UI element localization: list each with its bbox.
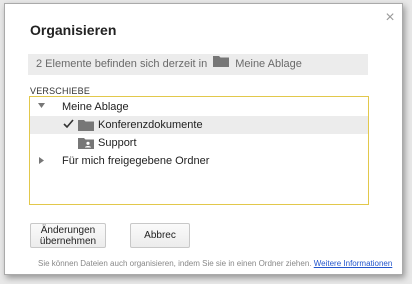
cancel-button[interactable]: Abbrec (130, 223, 190, 248)
apply-changes-label-line1: Änderungen (40, 225, 96, 236)
apply-changes-button[interactable]: Änderungen übernehmen (30, 223, 106, 248)
organize-dialog: Organisieren × 2 Elemente befinden sich … (4, 3, 403, 275)
footer-hint: Sie können Dateien auch organisieren, in… (38, 259, 392, 268)
tree-item-label: Für mich freigegebene Ordner (62, 155, 210, 167)
location-folder-name: Meine Ablage (235, 58, 302, 70)
tree-item-konferenzdokumente[interactable]: Konferenzdokumente (30, 116, 368, 134)
learn-more-link[interactable]: Weitere Informationen (314, 259, 393, 268)
apply-changes-label-line2: übernehmen (39, 236, 97, 247)
tree-item-label: Meine Ablage (62, 101, 129, 113)
dialog-title: Organisieren (30, 22, 117, 38)
footer-text: Sie können Dateien auch organisieren, in… (38, 259, 312, 268)
triangle-down-icon[interactable] (38, 103, 46, 111)
folder-tree: Meine Ablage Konferenzdokumente Support (29, 96, 369, 205)
checkmark-icon (63, 116, 74, 134)
tree-item-label: Konferenzdokumente (98, 119, 203, 131)
current-location-bar: 2 Elemente befinden sich derzeit in Mein… (28, 54, 368, 75)
triangle-right-icon[interactable] (39, 157, 47, 165)
tree-item-label: Support (98, 137, 137, 149)
close-icon[interactable]: × (383, 10, 397, 26)
tree-item-shared-with-me[interactable]: Für mich freigegebene Ordner (30, 152, 368, 170)
location-text: 2 Elemente befinden sich derzeit in (36, 58, 208, 70)
tree-item-support[interactable]: Support (30, 134, 368, 152)
tree-item-meine-ablage[interactable]: Meine Ablage (30, 98, 368, 116)
move-to-label: VERSCHIEBE (30, 86, 91, 96)
folder-icon (213, 54, 230, 75)
